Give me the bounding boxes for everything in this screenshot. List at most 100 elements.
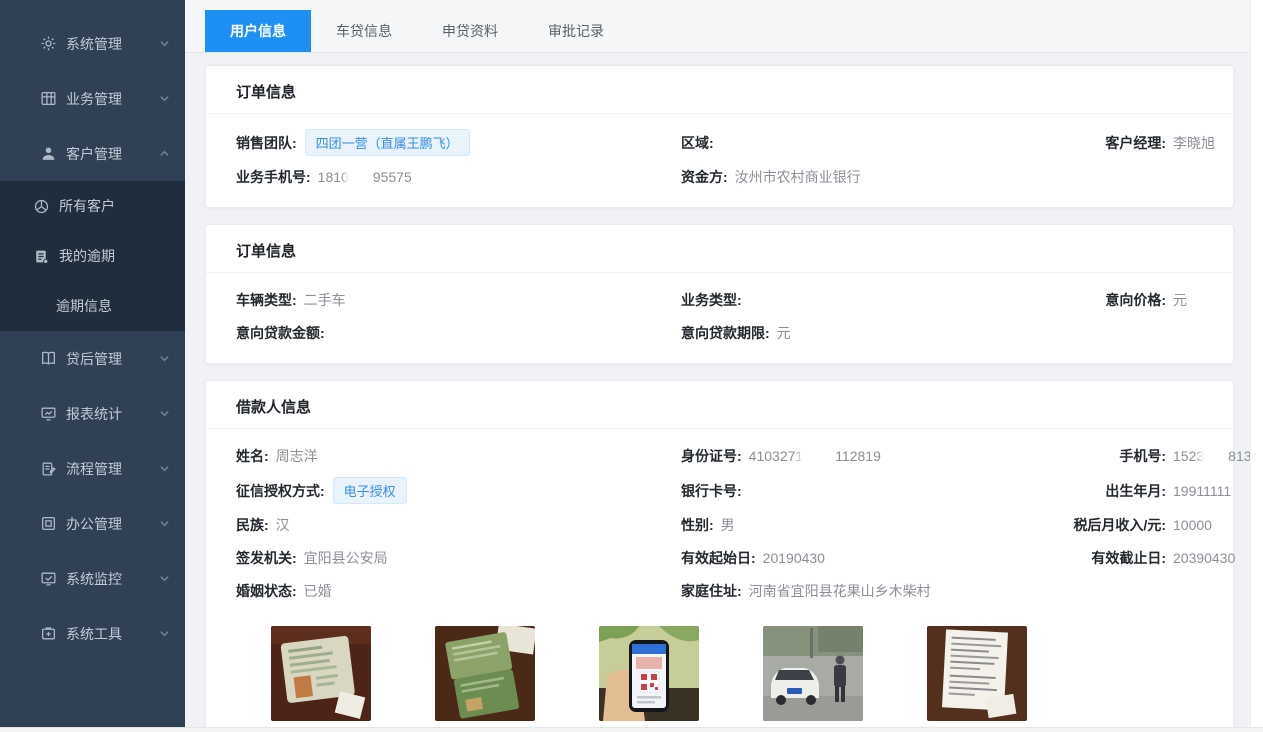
field-name: 姓名: 周志洋 [236, 446, 681, 466]
field-credit-auth-method: 征信授权方式: 电子授权 [236, 477, 681, 504]
grid-icon [40, 90, 57, 107]
field-vehicle-type: 车辆类型: 二手车 [236, 290, 681, 310]
chart-monitor-icon [40, 405, 57, 422]
field-label: 银行卡号: [681, 481, 742, 501]
field-label: 有效起始日: [681, 548, 756, 568]
sidebar-submenu-customer: 所有客户 我的逾期 逾期信息 [0, 181, 185, 331]
field-value: 二手车 [304, 290, 346, 310]
sidebar-item-label: 所有客户 [59, 196, 115, 216]
sidebar-item-label: 我的逾期 [59, 246, 115, 266]
field-value: 汉 [276, 515, 290, 535]
blur-mask [1204, 448, 1228, 463]
sales-team-tag[interactable]: 四团一营（直属王鹏飞） [305, 129, 470, 156]
field-intended-price: 意向价格: 元 [1061, 290, 1203, 310]
field-label: 婚姻状态: [236, 581, 297, 601]
chevron-down-icon [159, 463, 170, 474]
tab-car-loan-info[interactable]: 车贷信息 [311, 10, 417, 52]
field-value: 10000 [1173, 517, 1212, 533]
overdue-doc-icon [33, 248, 50, 265]
sidebar-item-label: 系统监控 [66, 569, 122, 589]
field-bank-card: 银行卡号: [681, 481, 1061, 501]
field-label: 性别: [681, 515, 714, 535]
field-label: 民族: [236, 515, 269, 535]
sidebar-item-label: 报表统计 [66, 404, 122, 424]
sidebar-item-customer-mgmt[interactable]: 客户管理 [0, 126, 185, 181]
book-icon [40, 350, 57, 367]
field-value: 宜阳县公安局 [304, 548, 388, 568]
field-value: 元 [1173, 290, 1187, 310]
sidebar-item-report-stats[interactable]: 报表统计 [0, 386, 185, 441]
sidebar-item-system-monitor[interactable]: 系统监控 [0, 551, 185, 606]
field-label: 姓名: [236, 446, 269, 466]
photo-documents[interactable]: 材料照片 [927, 626, 1027, 732]
field-label: 业务类型: [681, 290, 742, 310]
order-info-card-1: 订单信息 销售团队: 四团一营（直属王鹏飞） 区域: 客户经理: 李晓旭 [205, 65, 1234, 208]
field-value: 已婚 [304, 581, 332, 601]
field-funder: 资金方: 汝州市农村商业银行 [681, 167, 1061, 187]
sidebar-item-business-mgmt[interactable]: 业务管理 [0, 71, 185, 126]
sidebar-item-all-customers[interactable]: 所有客户 [0, 181, 185, 231]
field-account-manager: 客户经理: 李晓旭 [1061, 133, 1215, 153]
sidebar-item-label: 系统工具 [66, 624, 122, 644]
toolbox-icon [40, 625, 57, 642]
field-label: 资金方: [681, 167, 728, 187]
tab-bar: 用户信息 车贷信息 申贷资料 审批记录 [185, 0, 1263, 53]
sidebar-item-label: 贷后管理 [66, 349, 122, 369]
sidebar-item-label: 办公管理 [66, 514, 122, 534]
monitor-check-icon [40, 570, 57, 587]
field-label: 客户经理: [1061, 133, 1166, 153]
field-label: 手机号: [1061, 446, 1166, 466]
field-label: 签发机关: [236, 548, 297, 568]
main-content: 用户信息 车贷信息 申贷资料 审批记录 订单信息 销售团队: 四团一营（直属王鹏… [185, 0, 1263, 732]
field-value: 男 [721, 515, 735, 535]
field-issuing-authority: 签发机关: 宜阳县公安局 [236, 548, 681, 568]
photo-person-with-car[interactable]: 人车合影 [763, 626, 863, 732]
chevron-down-icon [159, 353, 170, 364]
sidebar-item-label: 客户管理 [66, 144, 122, 164]
field-marital-status: 婚姻状态: 已婚 [236, 581, 681, 601]
sidebar-item-overdue-info[interactable]: 逾期信息 [0, 281, 185, 331]
credit-auth-tag[interactable]: 电子授权 [333, 477, 407, 504]
photo-auth-qr-code[interactable]: 授权码照片 [599, 626, 699, 732]
tab-approval-records[interactable]: 审批记录 [523, 10, 629, 52]
photo-drivers-license[interactable]: 驾驶证照片 [435, 626, 535, 732]
field-label: 意向贷款金额: [236, 323, 325, 343]
sidebar-item-workflow-mgmt[interactable]: 流程管理 [0, 441, 185, 496]
vertical-scrollbar[interactable] [1250, 0, 1263, 732]
field-home-address: 家庭住址: 河南省宜阳县花果山乡木柴村 [681, 581, 1061, 601]
sidebar-item-postloan-mgmt[interactable]: 贷后管理 [0, 331, 185, 386]
borrower-info-card: 借款人信息 姓名: 周志洋 身份证号: 4103271112819 手机号: 1… [205, 380, 1234, 732]
tab-user-info[interactable]: 用户信息 [205, 10, 311, 52]
field-label: 销售团队: [236, 133, 297, 153]
gear-icon [40, 35, 57, 52]
tab-panel-user-info: 订单信息 销售团队: 四团一营（直属王鹏飞） 区域: 客户经理: 李晓旭 [185, 53, 1263, 732]
field-label: 税后月收入/元: [1061, 515, 1166, 535]
field-label: 车辆类型: [236, 290, 297, 310]
field-value: 汝州市农村商业银行 [735, 167, 861, 187]
office-icon [40, 515, 57, 532]
chevron-down-icon [159, 93, 170, 104]
field-business-phone: 业务手机号: 181095575 [236, 167, 681, 187]
field-value: 15238137 [1173, 448, 1259, 464]
field-value: 181095575 [318, 169, 412, 185]
field-label: 区域: [681, 133, 714, 153]
field-ethnicity: 民族: 汉 [236, 515, 681, 535]
field-sales-team: 销售团队: 四团一营（直属王鹏飞） [236, 129, 681, 156]
tab-loan-application-docs[interactable]: 申贷资料 [417, 10, 523, 52]
field-value: 周志洋 [276, 446, 318, 466]
field-intended-loan-amount: 意向贷款金额: [236, 323, 681, 343]
sidebar-item-system-tools[interactable]: 系统工具 [0, 606, 185, 661]
field-value: 河南省宜阳县花果山乡木柴村 [749, 581, 931, 601]
field-valid-from: 有效起始日: 20190430 [681, 548, 1061, 568]
photo-id-card[interactable]: 本人照 [271, 626, 371, 732]
sidebar-item-office-mgmt[interactable]: 办公管理 [0, 496, 185, 551]
sidebar-item-my-overdue[interactable]: 我的逾期 [0, 231, 185, 281]
field-value: 李晓旭 [1173, 133, 1215, 153]
chevron-down-icon [159, 38, 170, 49]
field-label: 征信授权方式: [236, 481, 325, 501]
horizontal-scrollbar[interactable] [0, 727, 1263, 732]
card-title: 订单信息 [206, 66, 1233, 114]
blur-mask [349, 169, 373, 184]
borrower-photos: 本人照 [236, 612, 1203, 732]
sidebar-item-system-mgmt[interactable]: 系统管理 [0, 16, 185, 71]
